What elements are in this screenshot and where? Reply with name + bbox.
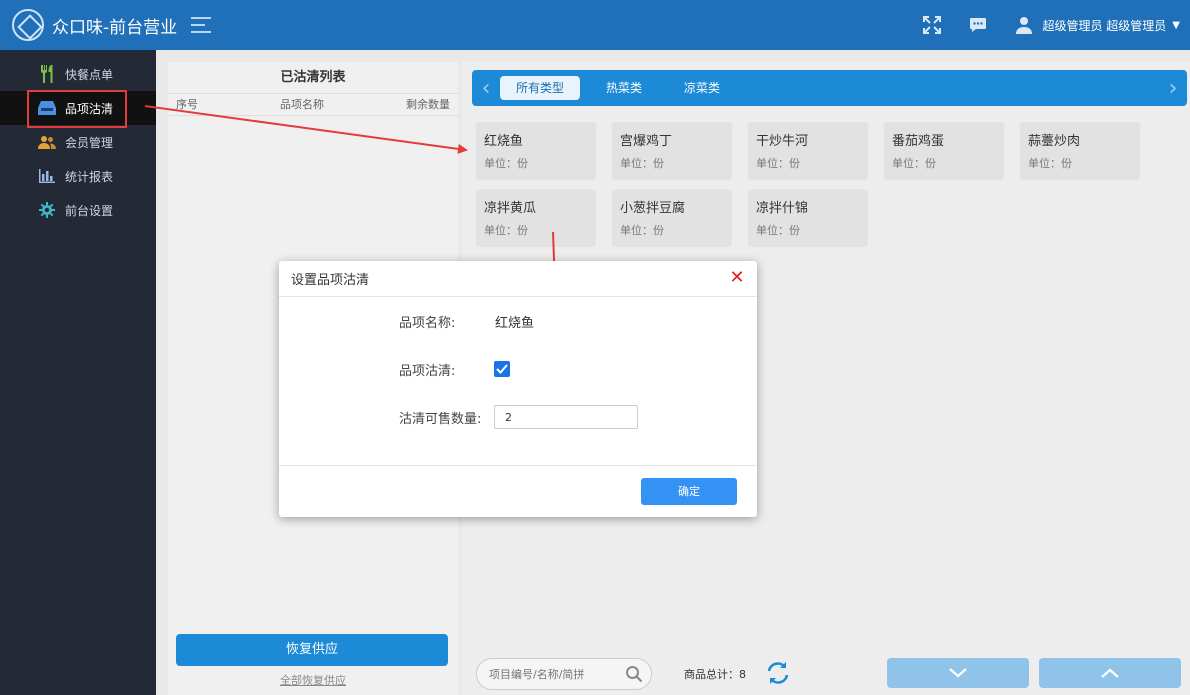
product-unit: 单位：份 [620,224,664,237]
sidebar-item-reports[interactable]: 统计报表 [0,159,156,193]
product-card[interactable]: 凉拌什锦 单位：份 [748,189,868,247]
item-clear-label: 品项沽清: [399,363,456,379]
app-title: 众口味-前台营业 [52,17,178,38]
restore-all-link[interactable]: 全部恢复供应 [168,672,458,688]
product-unit: 单位：份 [756,157,800,170]
search-box [476,658,652,690]
clear-setting-dialog: 设置品项沽清 ✕ 品项名称: 红烧鱼 品项沽清: 沽清可售数量: 确定 [279,261,757,517]
item-name-label: 品项名称: [399,315,456,331]
product-card[interactable]: 蒜薹炒肉 单位：份 [1020,122,1140,180]
sidebar-item-label: 前台设置 [65,203,114,218]
sidebar-item-label: 统计报表 [65,169,114,184]
sellable-qty-label: 沽清可售数量: [399,411,482,427]
sidebar-item-members[interactable]: 会员管理 [0,125,156,159]
product-total: 商品总计：8 [684,668,746,681]
logo-icon [12,9,44,41]
product-card[interactable]: 宫爆鸡丁 单位：份 [612,122,732,180]
product-unit: 单位：份 [892,157,936,170]
sidebar-item-settings[interactable]: 前台设置 [0,193,156,227]
product-card[interactable]: 凉拌黄瓜 单位：份 [476,189,596,247]
product-name: 红烧鱼 [484,134,524,149]
menu-toggle-icon[interactable] [191,17,212,33]
product-unit: 单位：份 [756,224,800,237]
user-name[interactable]: 超级管理员 超级管理员 [1042,17,1166,34]
item-name-value: 红烧鱼 [495,315,535,331]
tab-cold-dishes[interactable]: 凉菜类 [668,76,736,100]
chevron-down-icon [949,668,967,678]
product-card[interactable]: 干炒牛河 单位：份 [748,122,868,180]
top-header: 众口味-前台营业 超级管理员 超级管理员 ▼ [0,0,1190,50]
user-avatar-icon[interactable] [1014,15,1034,35]
refresh-icon[interactable] [764,660,792,686]
form-row-qty: 沽清可售数量: [279,405,757,429]
product-unit: 单位：份 [484,157,528,170]
sellable-qty-input[interactable] [494,405,638,429]
product-name: 干炒牛河 [756,134,809,149]
fullscreen-icon[interactable] [922,15,942,35]
product-card[interactable]: 小葱拌豆腐 单位：份 [612,189,732,247]
category-tabbar: ‹ 所有类型 热菜类 凉菜类 › [472,70,1187,106]
column-header: 剩余数量 [406,98,450,111]
sidebar-item-fast-order[interactable]: 快餐点单 [0,57,156,91]
dialog-footer-divider [279,465,757,466]
column-header: 品项名称 [280,98,324,111]
sidebar-item-label: 会员管理 [65,135,114,150]
close-icon[interactable]: ✕ [729,269,745,287]
page-up-button[interactable] [1039,658,1181,688]
search-icon[interactable] [625,665,643,683]
sidebar: 快餐点单 品项沽清 会员管理 统计报表 前台设置 [0,50,156,695]
user-dropdown-caret-icon[interactable]: ▼ [1172,20,1180,31]
chevron-left-icon[interactable]: ‹ [472,70,500,106]
product-unit: 单位：份 [620,157,664,170]
product-card[interactable]: 红烧鱼 单位：份 [476,122,596,180]
tab-hot-dishes[interactable]: 热菜类 [590,76,658,100]
chevron-right-icon[interactable]: › [1159,70,1187,106]
product-name: 蒜薹炒肉 [1028,134,1081,149]
page-down-button[interactable] [887,658,1029,688]
form-row-clear: 品项沽清: [279,359,757,379]
product-name: 小葱拌豆腐 [620,201,686,216]
confirm-button[interactable]: 确定 [641,478,737,505]
product-name: 宫爆鸡丁 [620,134,673,149]
header-right: 超级管理员 超级管理员 ▼ [922,15,1190,35]
users-icon [38,133,56,151]
product-name: 凉拌黄瓜 [484,201,537,216]
search-input[interactable] [477,659,617,689]
chevron-up-icon [1101,668,1119,678]
bottom-bar: 商品总计：8 [462,656,1190,690]
product-name: 凉拌什锦 [756,201,809,216]
sidebar-item-label: 快餐点单 [65,67,114,82]
fork-knife-icon [38,65,56,83]
product-name: 番茄鸡蛋 [892,134,945,149]
product-unit: 单位：份 [484,224,528,237]
dialog-title: 设置品项沽清 [279,261,757,297]
cleared-list-header: 序号 品项名称 剩余数量 [168,94,458,116]
bar-chart-icon [38,167,56,185]
form-row-name: 品项名称: 红烧鱼 [279,311,757,331]
gear-icon [38,201,56,219]
cleared-list-title: 已沽清列表 [168,62,458,94]
product-grid: 红烧鱼 单位：份 宫爆鸡丁 单位：份 干炒牛河 单位：份 番茄鸡蛋 单位：份 蒜… [476,122,1176,256]
tab-all-types[interactable]: 所有类型 [500,76,581,100]
checkmark-icon [496,364,508,374]
restore-supply-button[interactable]: 恢复供应 [176,634,448,666]
chat-icon[interactable] [968,15,988,35]
column-header: 序号 [176,98,198,111]
annotation-highlight-box [27,90,127,128]
product-card[interactable]: 番茄鸡蛋 单位：份 [884,122,1004,180]
item-clear-checkbox[interactable] [494,361,510,377]
product-unit: 单位：份 [1028,157,1072,170]
